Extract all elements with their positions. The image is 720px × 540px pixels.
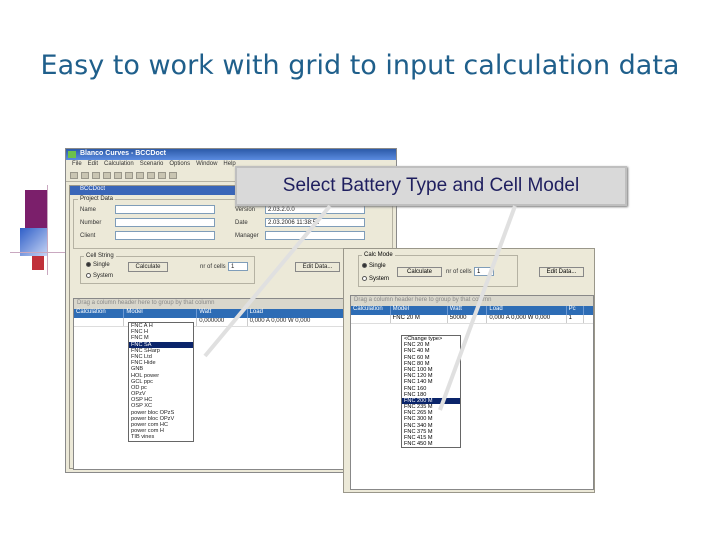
number-label: Number	[80, 220, 102, 226]
menu-item-edit[interactable]: Edit	[88, 161, 98, 169]
cell-load[interactable]: 0,000 A 0,000 W 0,000	[248, 318, 349, 326]
cell-pc[interactable]: 1	[567, 315, 585, 323]
column-header-model[interactable]: Model	[124, 309, 198, 318]
dropdown-option[interactable]: FNC 450 M	[402, 441, 460, 447]
app-icon	[68, 151, 76, 158]
slide-title: Easy to work with grid to input calculat…	[40, 50, 680, 81]
system-radio-right[interactable]: System	[362, 276, 389, 282]
nr-cells-right-field[interactable]: 1	[474, 267, 494, 276]
redo-icon[interactable]	[158, 172, 166, 179]
group-drag-hint-right: Drag a column header here to group by th…	[351, 296, 593, 306]
nr-cells-field[interactable]: 1	[228, 262, 248, 271]
system-radio-label: System	[93, 273, 114, 280]
manager-field[interactable]	[265, 231, 365, 240]
deco-purple-block	[25, 190, 47, 228]
manager-label: Manager	[235, 233, 259, 239]
deco-vline	[47, 185, 48, 275]
menu-item-calculation[interactable]: Calculation	[104, 161, 134, 169]
single-radio[interactable]: Single	[86, 262, 110, 268]
paste-icon[interactable]	[136, 172, 144, 179]
grid-header-right: Calculation Model Watt Load Pc	[351, 306, 593, 315]
deco-hline	[10, 252, 65, 253]
cell-model[interactable]: FNC 20 M	[391, 315, 448, 323]
cell-watt[interactable]: 0,000000	[197, 318, 248, 326]
single-radio-right[interactable]: Single	[362, 263, 386, 269]
single-radio-right-label: Single	[369, 263, 386, 270]
cell-calculation[interactable]	[351, 315, 391, 323]
radio-dot-icon	[86, 273, 91, 278]
edit-data-button-right[interactable]: Edit Data...	[539, 267, 584, 277]
left-window-titlebar: Blanco Curves - BCCDoct	[66, 149, 396, 160]
column-header-load[interactable]: Load	[487, 306, 567, 315]
client-label: Client	[80, 233, 96, 239]
copy-icon[interactable]	[125, 172, 133, 179]
name-label: Name	[80, 207, 97, 213]
cell-string-label: Cell String	[84, 253, 116, 259]
print-icon[interactable]	[103, 172, 111, 179]
battery-type-dropdown[interactable]: FNC A H FNC H FNC M FNC SA FNC SHarp FNC Ltd F…	[128, 322, 194, 442]
nr-cells-label: nr of cells	[200, 264, 226, 270]
right-app-window: Calc Mode Single System Calculate nr of …	[343, 248, 595, 493]
menu-item-window[interactable]: Window	[196, 161, 217, 169]
column-header-load[interactable]: Load	[248, 309, 349, 318]
cell-watt[interactable]: 50000	[448, 315, 488, 323]
menu-item-scenario[interactable]: Scenario	[140, 161, 164, 169]
version-label: Version	[235, 207, 256, 213]
column-header-calculation[interactable]: Calculation	[74, 309, 125, 318]
deco-red-block	[32, 256, 44, 270]
column-header-model[interactable]: Model	[391, 306, 448, 315]
column-header-watt[interactable]: Watt	[448, 306, 488, 315]
date-field[interactable]: 2.03.2006 11:38:51	[265, 218, 365, 227]
dropdown-option[interactable]: TIB vines	[129, 434, 193, 440]
radio-dot-icon	[362, 276, 367, 281]
column-header-pc[interactable]: Pc	[567, 306, 585, 315]
client-field[interactable]	[115, 231, 215, 240]
name-field[interactable]	[115, 205, 215, 214]
date-label: Date	[235, 220, 248, 226]
single-radio-label: Single	[93, 262, 110, 269]
number-field[interactable]	[115, 218, 215, 227]
menu-item-file[interactable]: File	[72, 161, 82, 169]
version-field[interactable]: 2.03.2.0.0	[265, 205, 365, 214]
calculate-button-right[interactable]: Calculate	[397, 267, 442, 277]
edit-data-button[interactable]: Edit Data...	[295, 262, 340, 272]
menu-item-help[interactable]: Help	[223, 161, 235, 169]
radio-dot-icon	[86, 262, 91, 267]
open-icon[interactable]	[81, 172, 89, 179]
radio-dot-icon	[362, 263, 367, 268]
system-radio-right-label: System	[369, 276, 390, 283]
help-icon[interactable]	[169, 172, 177, 179]
callout-label: Select Battery Type and Cell Model	[235, 166, 627, 206]
table-row[interactable]: FNC 20 M 50000 0,000 A 0,000 W 0,000 1	[351, 315, 593, 324]
undo-icon[interactable]	[147, 172, 155, 179]
cell-load[interactable]: 0,000 A 0,000 W 0,000	[487, 315, 567, 323]
cell-model-dropdown[interactable]: <Change type> FNC 20 M FNC 40 M FNC 60 M FNC…	[401, 335, 461, 449]
column-header-watt[interactable]: Watt	[197, 309, 248, 318]
project-data-label: Project Data	[78, 196, 116, 202]
column-header-calculation[interactable]: Calculation	[351, 306, 391, 315]
calculate-button[interactable]: Calculate	[128, 262, 168, 272]
left-window-title: Blanco Curves - BCCDoct	[80, 150, 166, 157]
new-icon[interactable]	[70, 172, 78, 179]
menu-item-options[interactable]: Options	[169, 161, 190, 169]
nr-cells-right-label: nr of cells	[446, 269, 472, 275]
cell-calculation[interactable]	[74, 318, 125, 326]
cut-icon[interactable]	[114, 172, 122, 179]
right-grid: Drag a column header here to group by th…	[350, 295, 594, 490]
calc-mode-label: Calc Mode	[362, 252, 395, 258]
system-radio[interactable]: System	[86, 273, 113, 279]
save-icon[interactable]	[92, 172, 100, 179]
